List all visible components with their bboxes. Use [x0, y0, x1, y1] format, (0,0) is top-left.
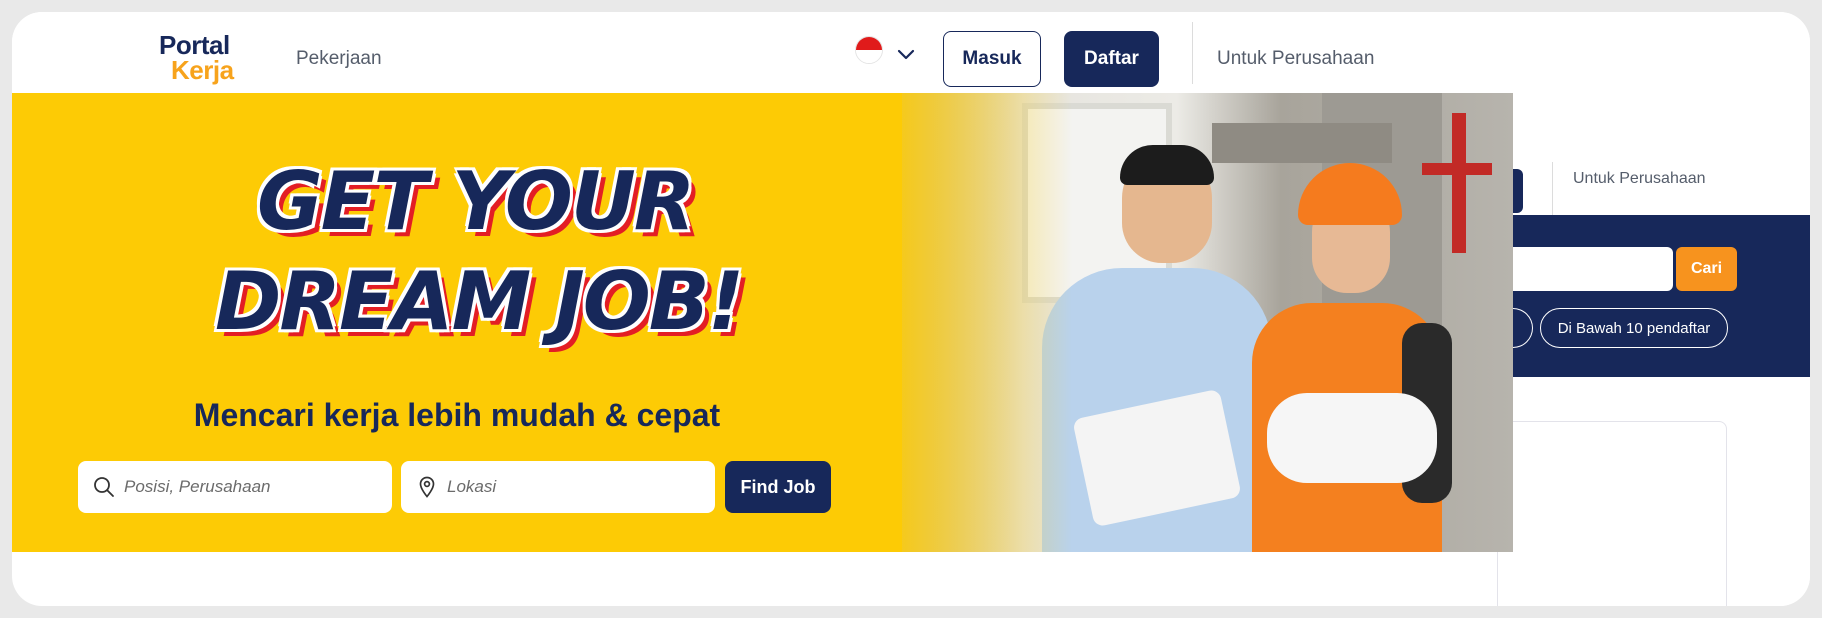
hero-subheading: Mencari kerja lebih mudah & cepat	[193, 397, 721, 433]
header-divider	[1192, 22, 1193, 84]
search-icon	[94, 477, 114, 497]
portal-kerja-logo[interactable]: Portal Kerja	[147, 22, 237, 85]
background-search-button[interactable]: Cari	[1676, 247, 1737, 291]
headline-line-1: GET YOUR	[257, 155, 695, 248]
background-search-panel	[1513, 215, 1810, 377]
background-filter-chip[interactable]: Di Bawah 10 pendaftar	[1540, 308, 1728, 348]
register-button[interactable]: Daftar	[1064, 31, 1159, 87]
construction-beam	[1212, 123, 1392, 163]
background-for-company-link[interactable]: Untuk Perusahaan	[1573, 170, 1706, 188]
photo-fade	[872, 93, 1072, 552]
red-crane-bar	[1422, 163, 1492, 175]
app-frame: Untuk Perusahaan Cari Di Bawah 10 pendaf…	[12, 12, 1810, 606]
location-input[interactable]	[447, 473, 647, 501]
top-navbar: Portal Kerja Pekerjaan Masuk Daftar Untu…	[12, 12, 1810, 93]
indonesia-flag-icon[interactable]	[855, 36, 883, 64]
location-search-field[interactable]	[401, 461, 715, 513]
login-button[interactable]: Masuk	[943, 31, 1041, 87]
location-pin-icon	[419, 476, 435, 498]
background-search-input[interactable]	[1513, 247, 1673, 291]
background-job-card	[1497, 421, 1727, 606]
blueprint-rolls	[1267, 393, 1437, 483]
hero-banner: GET YOUR DREAM JOB! Mencari kerja lebih …	[12, 93, 1513, 552]
headline-line-2: DREAM JOB!	[215, 255, 744, 348]
nav-link-jobs[interactable]: Pekerjaan	[296, 48, 382, 70]
for-company-link[interactable]: Untuk Perusahaan	[1217, 48, 1374, 70]
red-crane-post	[1452, 113, 1466, 253]
logo-text-kerja: Kerja	[171, 55, 234, 85]
position-search-field[interactable]	[78, 461, 392, 513]
background-register-button-edge	[1513, 169, 1523, 213]
chevron-down-icon[interactable]	[896, 48, 916, 62]
background-divider	[1552, 162, 1553, 220]
find-job-button[interactable]: Find Job	[725, 461, 831, 513]
position-input[interactable]	[124, 473, 324, 501]
man-hair	[1120, 145, 1214, 185]
